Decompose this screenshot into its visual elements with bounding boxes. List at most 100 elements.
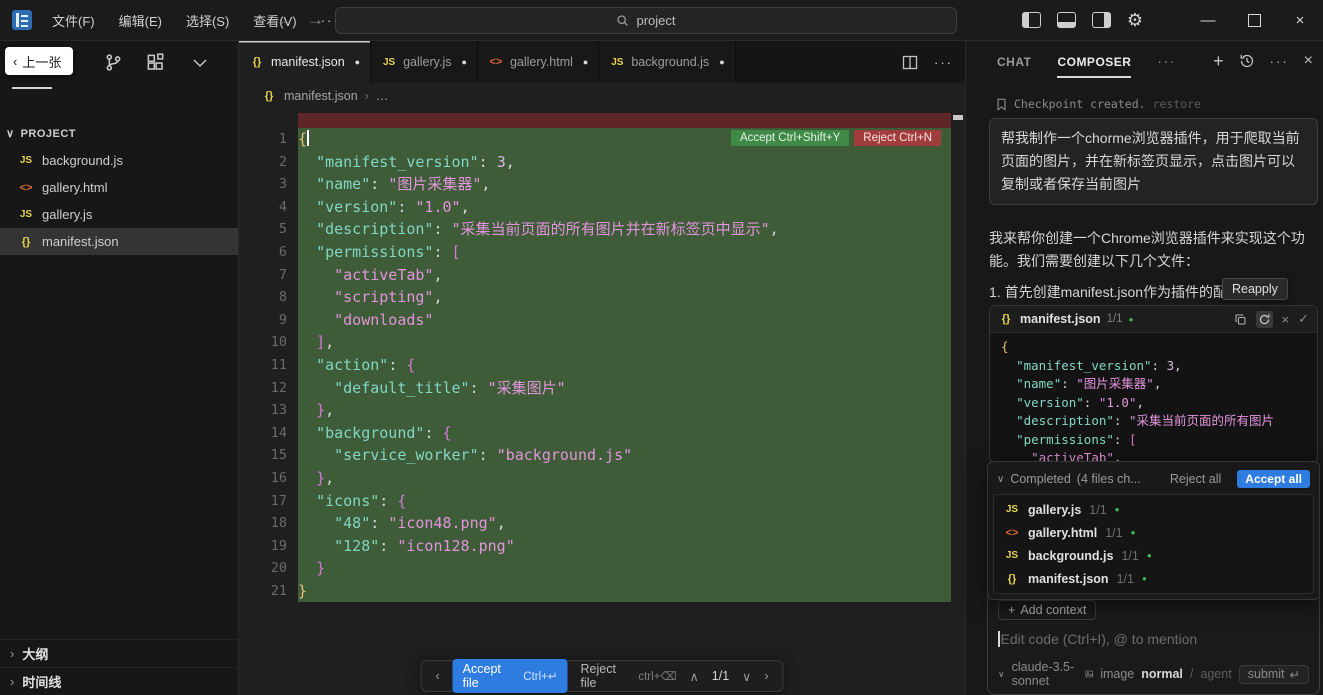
tab-composer[interactable]: COMPOSER: [1057, 55, 1131, 69]
submit-button[interactable]: submit ↵: [1239, 665, 1309, 684]
prev-change-icon[interactable]: ∧: [690, 669, 699, 684]
timeline-section[interactable]: › 时间线: [0, 667, 238, 695]
accept-all-button[interactable]: Accept all: [1237, 470, 1310, 488]
diff-accept-button[interactable]: Accept Ctrl+Shift+Y: [731, 130, 849, 146]
accept-file-button[interactable]: Accept file Ctrl+↵: [453, 659, 568, 693]
toggle-bottom-panel-icon[interactable]: [1057, 12, 1076, 28]
next-file-icon[interactable]: ›: [764, 669, 768, 683]
breadcrumb[interactable]: {} manifest.json › …: [239, 83, 987, 109]
code-token: ,: [1154, 376, 1162, 391]
accept-block-icon[interactable]: ✓: [1298, 311, 1309, 327]
new-chat-icon[interactable]: +: [1213, 52, 1224, 70]
gear-icon[interactable]: ⚙: [1127, 11, 1143, 29]
reject-file-button[interactable]: Reject file ctrl+⌫: [581, 662, 677, 690]
prev-file-icon[interactable]: ‹: [436, 669, 440, 683]
line-number: 10: [239, 331, 298, 354]
code-line-content: ],: [298, 331, 951, 354]
maximize-button[interactable]: [1231, 0, 1277, 40]
code-line: 10 ],: [239, 331, 965, 354]
chevron-left-icon: ‹: [13, 54, 17, 69]
line-number: 14: [239, 422, 298, 445]
history-icon[interactable]: [1239, 53, 1255, 69]
split-editor-icon[interactable]: [902, 55, 918, 70]
code-line-content: "activeTab",: [298, 264, 951, 287]
code-token: [298, 311, 334, 329]
next-change-icon[interactable]: ∨: [742, 669, 751, 684]
reject-block-icon[interactable]: ×: [1282, 312, 1290, 327]
completed-file-row[interactable]: <>gallery.html1/1●: [994, 521, 1313, 544]
reject-all-button[interactable]: Reject all: [1170, 472, 1221, 486]
previous-image-tooltip[interactable]: ‹ 上一张: [5, 47, 73, 75]
chat-more-actions-icon[interactable]: ···: [1270, 54, 1289, 69]
file-tree-item[interactable]: <>gallery.html: [0, 174, 238, 201]
editor-tab-gallery.js[interactable]: JSgallery.js●: [371, 41, 478, 83]
mode-normal[interactable]: normal: [1141, 667, 1183, 681]
command-search-input[interactable]: project: [335, 7, 957, 34]
file-tree-item[interactable]: JSbackground.js: [0, 147, 238, 174]
menu-file[interactable]: 文件(F): [40, 11, 107, 30]
completed-file-row[interactable]: JSbackground.js1/1●: [994, 544, 1313, 567]
editor-tab-background.js[interactable]: JSbackground.js●: [599, 41, 735, 83]
reapply-icon[interactable]: [1256, 311, 1273, 328]
code-line: 19 "128": "icon128.png": [239, 535, 965, 558]
line-number: 8: [239, 286, 298, 309]
mode-agent[interactable]: agent: [1200, 667, 1231, 681]
editor-more-actions-icon[interactable]: ···: [934, 55, 953, 70]
chevron-down-icon[interactable]: [192, 57, 208, 69]
composer-input-box[interactable]: + Add context Edit code (Ctrl+I), @ to m…: [987, 591, 1320, 695]
chat-tabs-more-icon[interactable]: ···: [1157, 54, 1176, 69]
copy-icon[interactable]: [1234, 313, 1247, 326]
toggle-right-panel-icon[interactable]: [1092, 12, 1111, 28]
code-token: :: [479, 153, 497, 171]
forward-arrow-icon[interactable]: →: [307, 10, 324, 30]
change-counter: 1/1: [712, 669, 729, 683]
breadcrumb-file: manifest.json: [284, 89, 358, 103]
dirty-indicator-icon[interactable]: ●: [719, 57, 724, 67]
editor-tab-gallery.html[interactable]: <>gallery.html●: [478, 41, 599, 83]
back-arrow-icon[interactable]: ←: [276, 10, 293, 30]
dirty-indicator-icon[interactable]: ●: [583, 57, 588, 67]
composer-text-input[interactable]: Edit code (Ctrl+I), @ to mention: [998, 631, 1309, 647]
code-line: 14 "background": {: [239, 422, 965, 445]
code-line-content: },: [298, 399, 951, 422]
menu-selection[interactable]: 选择(S): [174, 11, 241, 30]
editor-scrollbar[interactable]: [951, 109, 965, 695]
code-line: 11 "action": {: [239, 354, 965, 377]
checkpoint-restore-link[interactable]: restore: [1153, 97, 1201, 111]
add-context-button[interactable]: + Add context: [998, 600, 1096, 620]
image-toggle[interactable]: image: [1100, 667, 1134, 681]
dirty-indicator-icon[interactable]: ●: [355, 57, 360, 67]
code-block-filename[interactable]: manifest.json: [1020, 312, 1101, 326]
menu-edit[interactable]: 编辑(E): [107, 11, 174, 30]
dirty-indicator-icon[interactable]: ●: [462, 57, 467, 67]
editor-tab-manifest.json[interactable]: {}manifest.json●: [239, 41, 371, 83]
extensions-icon[interactable]: [146, 53, 165, 72]
code-token: [298, 401, 316, 419]
close-panel-icon[interactable]: ×: [1304, 52, 1313, 70]
json-file-icon: {}: [1004, 573, 1020, 585]
tab-chat[interactable]: CHAT: [997, 55, 1031, 69]
code-token: }: [298, 582, 307, 600]
toggle-left-panel-icon[interactable]: [1022, 12, 1041, 28]
js-file-icon: JS: [381, 57, 397, 68]
code-editor[interactable]: 1{2 "manifest_version": 3,3 "name": "图片采…: [239, 109, 965, 695]
diff-reject-button[interactable]: Reject Ctrl+N: [854, 130, 941, 146]
code-token: "background.js": [497, 446, 632, 464]
chevron-down-icon[interactable]: ∨: [997, 474, 1004, 485]
completed-header: ∨ Completed (4 files ch... Reject all Ac…: [993, 467, 1314, 491]
completed-file-row[interactable]: JSgallery.js1/1●: [994, 498, 1313, 521]
project-section-header[interactable]: ∨ PROJECT: [6, 127, 76, 140]
minimize-button[interactable]: —: [1185, 0, 1231, 40]
deleted-lines-strip[interactable]: [298, 113, 951, 128]
completed-file-row[interactable]: {}manifest.json1/1●: [994, 567, 1313, 590]
code-token: [1001, 432, 1016, 447]
chat-panel-actions: + ··· ×: [1213, 52, 1313, 70]
source-control-icon[interactable]: [104, 53, 123, 72]
file-name: gallery.html: [42, 180, 108, 195]
outline-section[interactable]: › 大纲: [0, 639, 238, 667]
file-tree-item[interactable]: {}manifest.json: [0, 228, 238, 255]
code-token: "scripting": [334, 288, 433, 306]
model-selector[interactable]: claude-3.5-sonnet: [1012, 660, 1078, 688]
close-window-button[interactable]: ×: [1277, 0, 1323, 40]
file-tree-item[interactable]: JSgallery.js: [0, 201, 238, 228]
